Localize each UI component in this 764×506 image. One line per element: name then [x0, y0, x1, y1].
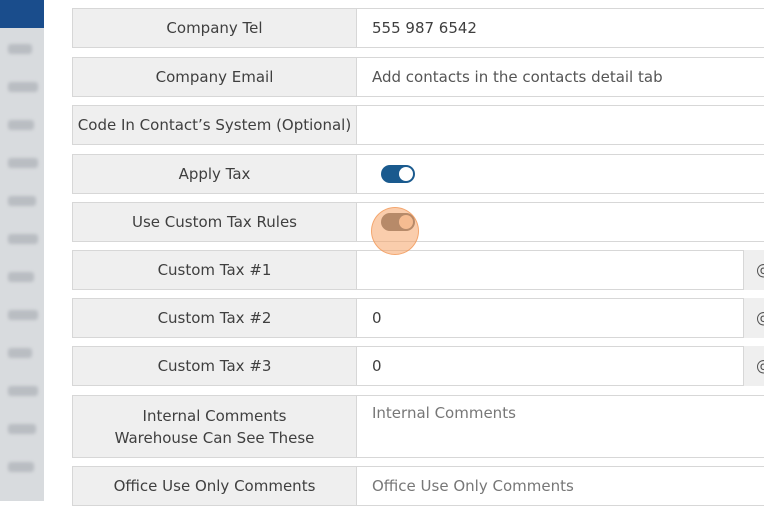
contact-system-code-input[interactable] — [357, 105, 764, 145]
sidebar-blur-item — [8, 386, 38, 396]
form-row-custom-tax-1: Custom Tax #1 @ — [72, 250, 764, 290]
sidebar-blur-item — [8, 158, 38, 168]
company-email-field: Add contacts in the contacts detail tab — [357, 57, 764, 97]
custom-tax-1-input[interactable] — [357, 250, 764, 290]
sidebar-blur-item — [8, 348, 32, 358]
form-row-custom-tax-3: Custom Tax #3 0 @ — [72, 346, 764, 386]
custom-tax-3-label: Custom Tax #3 — [72, 346, 357, 386]
sidebar-blur-item — [8, 44, 32, 54]
form-row-contact-system-code: Code In Contact’s System (Optional) — [72, 105, 764, 145]
contact-system-code-label: Code In Contact’s System (Optional) — [72, 105, 357, 145]
apply-tax-cell — [357, 154, 764, 194]
custom-tax-2-input[interactable]: 0 — [357, 298, 764, 338]
sidebar — [0, 0, 44, 501]
company-tel-field[interactable]: 555 987 6542 — [357, 8, 764, 48]
apply-tax-toggle[interactable] — [381, 165, 415, 183]
sidebar-blur-item — [8, 120, 34, 130]
sidebar-blur-item — [8, 462, 34, 472]
form-row-company-tel: Company Tel 555 987 6542 — [72, 8, 764, 48]
custom-tax-rules-label: Use Custom Tax Rules — [72, 202, 357, 242]
internal-comments-label-line2: Warehouse Can See These — [114, 428, 315, 447]
apply-tax-label: Apply Tax — [72, 154, 357, 194]
custom-tax-3-addon: @ — [743, 346, 764, 386]
sidebar-header — [0, 0, 44, 28]
custom-tax-3-input[interactable]: 0 — [357, 346, 764, 386]
internal-comments-label: Internal Comments Warehouse Can See Thes… — [72, 395, 357, 458]
internal-comments-label-line1: Internal Comments — [142, 406, 287, 425]
form-row-internal-comments: Internal Comments Warehouse Can See Thes… — [72, 395, 764, 458]
form-row-custom-tax-rules: Use Custom Tax Rules — [72, 202, 764, 242]
form-row-office-use-comments: Office Use Only Comments Office Use Only… — [72, 466, 764, 506]
custom-tax-rules-cell — [357, 202, 764, 242]
custom-tax-rules-toggle[interactable] — [381, 213, 415, 231]
form-row-company-email: Company Email Add contacts in the contac… — [72, 57, 764, 97]
custom-tax-1-label: Custom Tax #1 — [72, 250, 357, 290]
sidebar-blur-item — [8, 272, 34, 282]
form-row-apply-tax: Apply Tax — [72, 154, 764, 194]
company-tel-label: Company Tel — [72, 8, 357, 48]
custom-tax-2-addon: @ — [743, 298, 764, 338]
form-row-custom-tax-2: Custom Tax #2 0 @ — [72, 298, 764, 338]
toggle-knob — [399, 167, 413, 181]
office-use-comments-textarea[interactable]: Office Use Only Comments — [357, 466, 764, 506]
toggle-knob — [399, 215, 413, 229]
sidebar-blur-item — [8, 310, 38, 320]
company-email-label: Company Email — [72, 57, 357, 97]
custom-tax-2-label: Custom Tax #2 — [72, 298, 357, 338]
sidebar-blur-item — [8, 82, 38, 92]
office-use-comments-label: Office Use Only Comments — [72, 466, 357, 506]
sidebar-blur-item — [8, 234, 38, 244]
sidebar-blur-item — [8, 424, 36, 434]
sidebar-blur-item — [8, 196, 36, 206]
custom-tax-1-addon: @ — [743, 250, 764, 290]
internal-comments-textarea[interactable]: Internal Comments — [357, 395, 764, 458]
